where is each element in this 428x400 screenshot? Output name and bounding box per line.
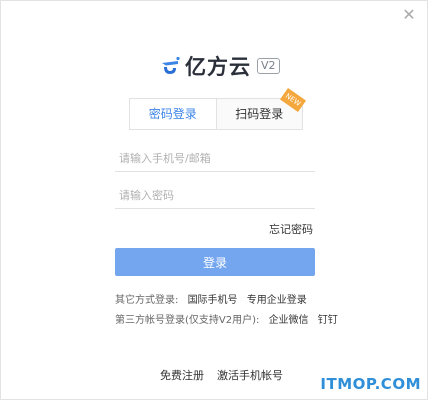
tab-qrcode-label: 扫码登录 [235, 107, 284, 121]
brand-cloud-icon [162, 56, 180, 74]
tab-qrcode-login[interactable]: 扫码登录 NEW [216, 87, 307, 129]
third-party-label: 第三方帐号登录(仅支持V2用户): [115, 315, 260, 326]
activate-phone-link[interactable]: 激活手机帐号 [217, 367, 283, 383]
dingtalk-login-link[interactable]: 钉钉 [318, 315, 338, 326]
other-login-label: 其它方式登录: [115, 295, 179, 306]
wecom-login-link[interactable]: 企业微信 [269, 315, 309, 326]
password-input[interactable] [115, 183, 315, 209]
new-badge: NEW [279, 87, 307, 113]
third-party-login-row: 第三方帐号登录(仅支持V2用户): 企业微信 钉钉 [115, 311, 338, 326]
login-mode-tabs: 密码登录 扫码登录 NEW [129, 87, 307, 130]
tab-password-login[interactable]: 密码登录 [130, 99, 217, 129]
close-icon[interactable]: ✕ [401, 7, 417, 23]
brand-logo: 亿方云 V2 [159, 51, 280, 81]
register-link[interactable]: 免费注册 [160, 367, 204, 383]
site-watermark: ITMOP.COM [320, 375, 421, 393]
forgot-password-link[interactable]: 忘记密码 [269, 221, 313, 237]
version-badge: V2 [257, 58, 280, 74]
login-window: ✕ 亿方云 V2 密码登录 扫码登录 NEW 忘记密码 登录 其它方式登录: 国… [0, 0, 428, 400]
account-input[interactable] [115, 146, 315, 172]
enterprise-login-link[interactable]: 专用企业登录 [247, 295, 307, 306]
login-button[interactable]: 登录 [115, 248, 315, 276]
brand-name: 亿方云 [185, 55, 251, 79]
other-login-row: 其它方式登录: 国际手机号 专用企业登录 [115, 291, 307, 306]
intl-phone-link[interactable]: 国际手机号 [188, 295, 238, 306]
